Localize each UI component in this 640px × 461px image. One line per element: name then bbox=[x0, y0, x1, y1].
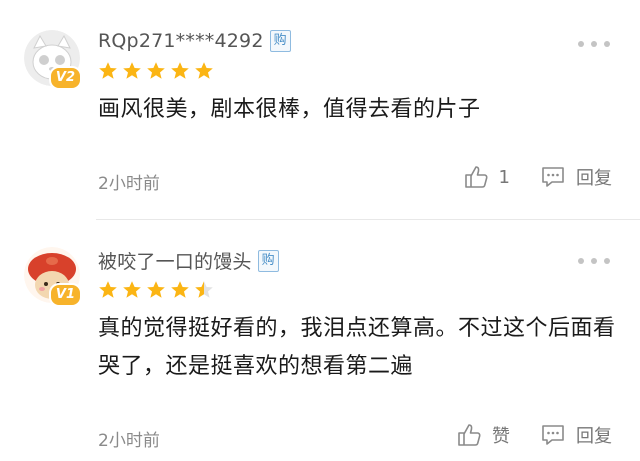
username[interactable]: 被咬了一口的馒头 bbox=[98, 247, 252, 274]
star-full-icon bbox=[147, 62, 165, 79]
like-button[interactable]: 1 bbox=[463, 164, 510, 190]
star-full-icon bbox=[195, 62, 213, 79]
username[interactable]: RQp271****4292 bbox=[98, 30, 264, 52]
star-full-icon bbox=[171, 62, 189, 79]
comment-time: 2小时前 bbox=[98, 431, 160, 451]
level-badge: V2 bbox=[48, 66, 82, 90]
name-row: 被咬了一口的馒头 购 bbox=[98, 247, 279, 274]
star-full-icon bbox=[99, 62, 117, 79]
comment-text: 真的觉得挺好看的，我泪点还算高。不过这个后面看哭了，还是挺喜欢的想看第二遍 bbox=[98, 316, 616, 379]
reply-button[interactable]: 回复 bbox=[540, 164, 612, 190]
comment-icon bbox=[542, 167, 564, 187]
avatar[interactable]: V2 bbox=[24, 30, 82, 90]
reply-button[interactable]: 回复 bbox=[540, 422, 612, 448]
avatar[interactable]: V1 bbox=[24, 247, 82, 307]
reply-label: 回复 bbox=[576, 426, 612, 447]
comment-time: 2小时前 bbox=[98, 174, 160, 194]
purchased-tag: 购 bbox=[257, 249, 279, 272]
comment-text: 画风很美，剧本很棒，值得去看的片子 bbox=[98, 97, 481, 122]
purchased-tag: 购 bbox=[269, 30, 291, 52]
star-full-icon bbox=[171, 281, 189, 298]
star-full-icon bbox=[123, 62, 141, 79]
like-button[interactable]: 赞 bbox=[456, 422, 510, 448]
comment-icon bbox=[542, 425, 564, 445]
level-badge: V1 bbox=[48, 283, 82, 307]
more-options-icon[interactable] bbox=[578, 255, 610, 267]
name-row: RQp271****4292 购 bbox=[98, 30, 291, 52]
rating-stars bbox=[98, 280, 214, 300]
comment-actions: 赞 回复 bbox=[456, 422, 612, 448]
star-half-icon bbox=[195, 281, 213, 298]
star-full-icon bbox=[123, 281, 141, 298]
star-full-icon bbox=[147, 281, 165, 298]
comment-item: V2 RQp271****4292 购 画风很美，剧本很棒，值得去看的片子 2小… bbox=[0, 0, 640, 219]
star-full-icon bbox=[99, 281, 117, 298]
rating-stars bbox=[98, 61, 214, 81]
comment-actions: 1 回复 bbox=[463, 164, 612, 190]
reply-label: 回复 bbox=[576, 168, 612, 189]
thumbs-up-icon bbox=[464, 166, 488, 188]
like-count: 1 bbox=[498, 166, 510, 188]
more-options-icon[interactable] bbox=[578, 38, 610, 50]
thumbs-up-icon bbox=[458, 424, 481, 446]
like-label: 赞 bbox=[492, 426, 510, 447]
comment-item: V1 被咬了一口的馒头 购 真的觉得挺好看的，我泪点还算高。不过这个后面看哭了，… bbox=[0, 219, 640, 461]
